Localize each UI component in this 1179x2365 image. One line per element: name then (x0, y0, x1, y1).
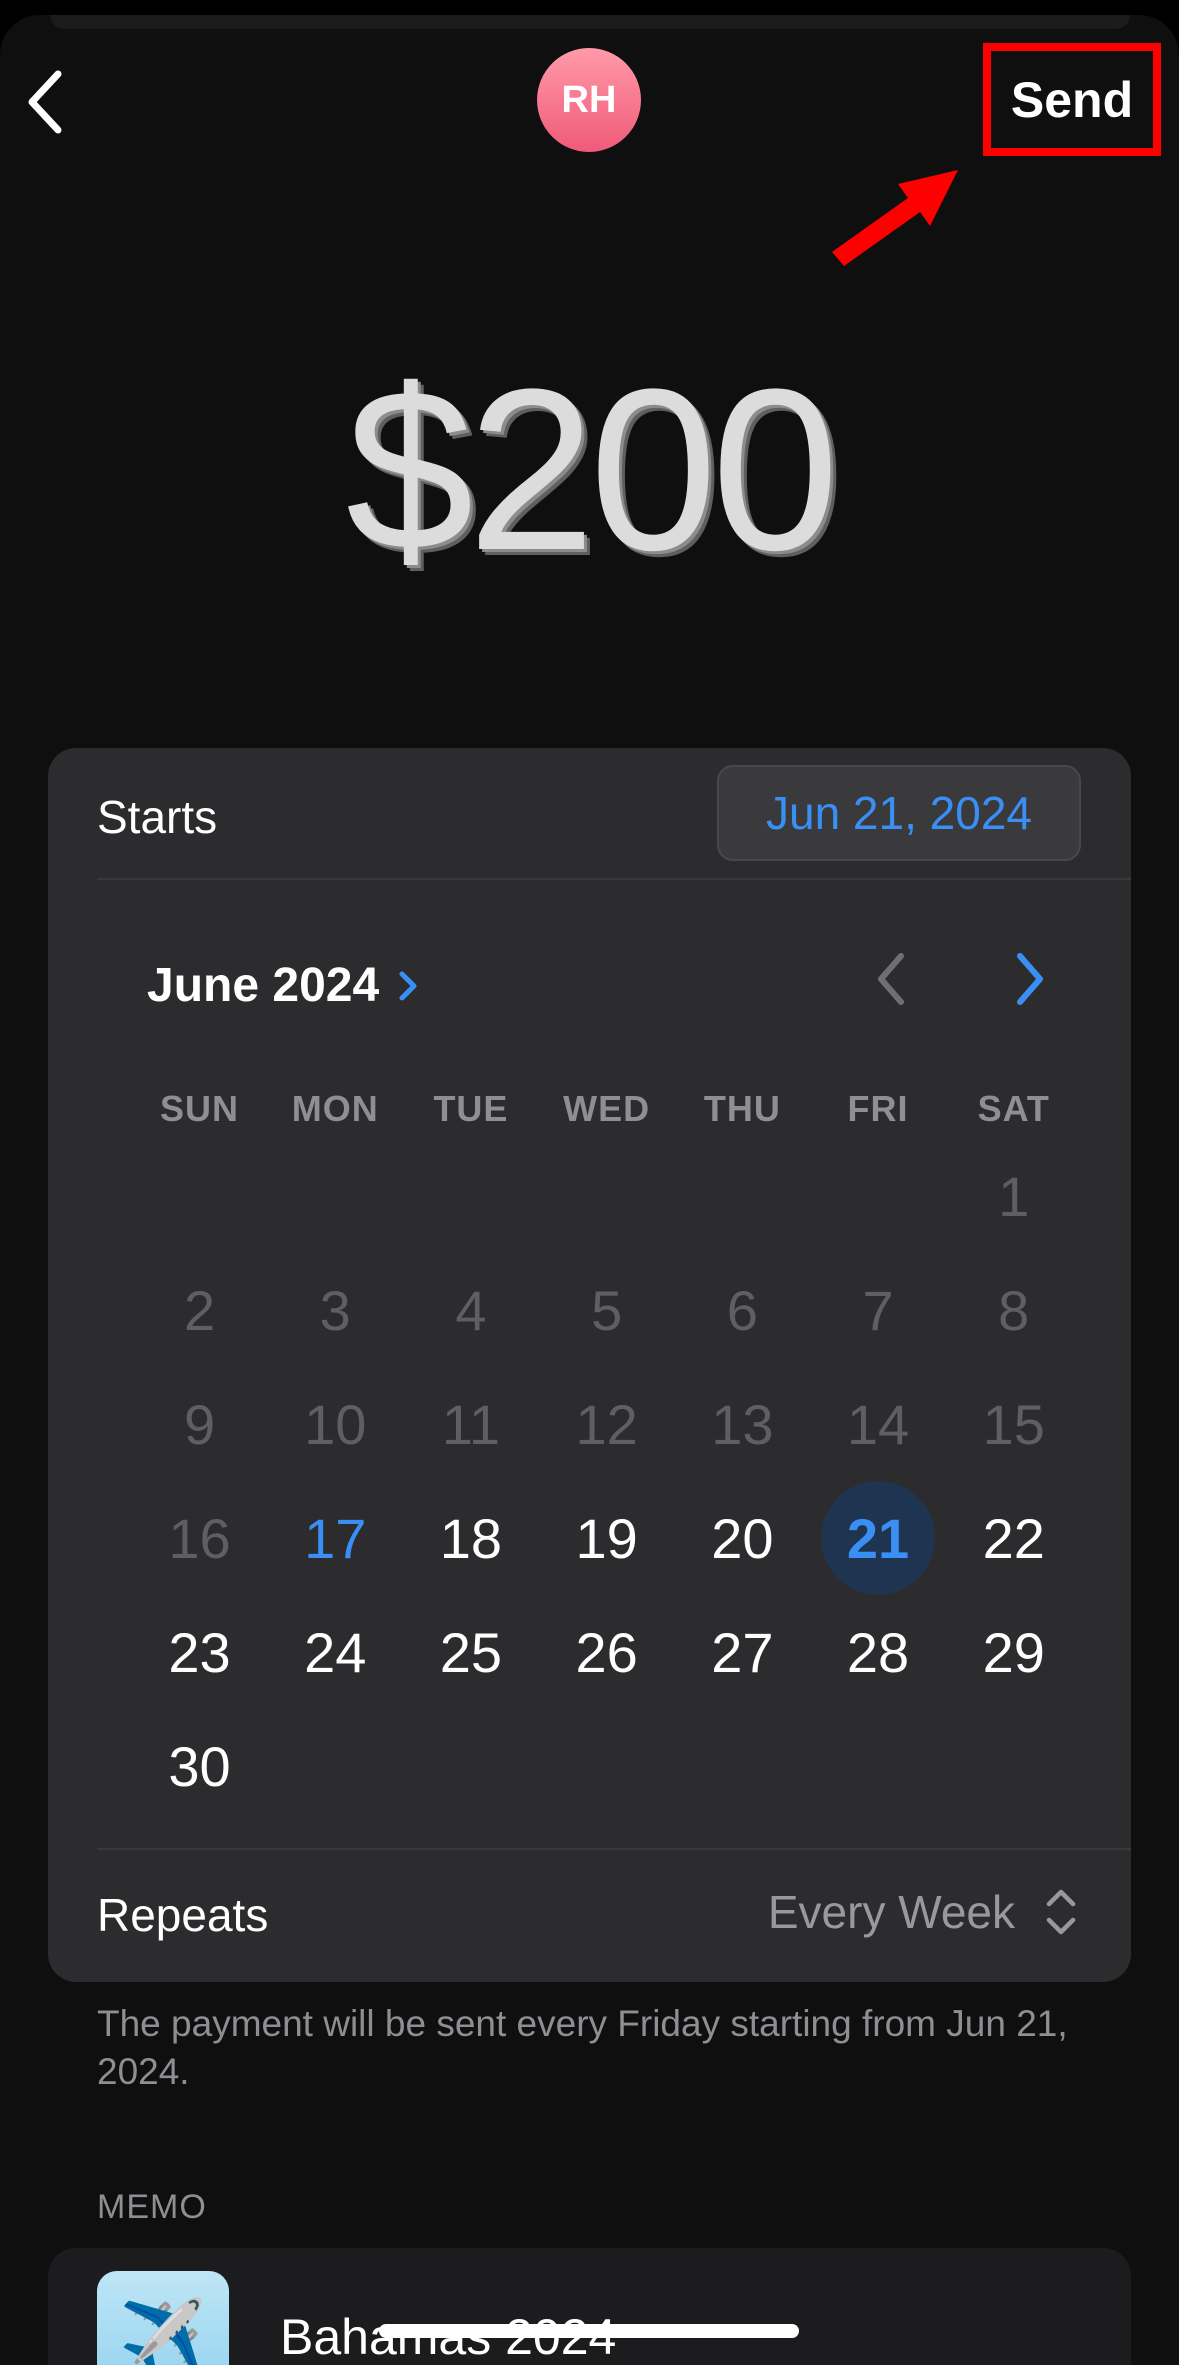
calendar-day-29[interactable]: 29 (957, 1595, 1071, 1709)
schedule-card: Starts Jun 21, 2024 June 2024 SUN MON TUE W… (48, 748, 1131, 1982)
calendar-day-15: 15 (982, 1392, 1045, 1456)
previous-month-button[interactable] (863, 944, 923, 1014)
calendar-day-28[interactable]: 28 (821, 1595, 935, 1709)
annotation-arrow-icon (832, 170, 958, 266)
calendar-day-7: 7 (862, 1278, 894, 1342)
repeats-value: Every Week (767, 1886, 1015, 1938)
calendar-day-26[interactable]: 26 (550, 1595, 664, 1709)
calendar-day-21[interactable]: 21 (821, 1481, 936, 1595)
chevron-up-down-icon (1046, 1889, 1076, 1935)
amount-display: $200 (345, 341, 840, 598)
calendar-day-19[interactable]: 19 (550, 1481, 664, 1595)
calendar-day-30[interactable]: 30 (143, 1709, 257, 1823)
calendar-day-10: 10 (304, 1392, 367, 1456)
weekday-mon: MON (291, 1088, 379, 1129)
calendar-day-24[interactable]: 24 (278, 1595, 392, 1709)
weekday-fri: FRI (847, 1088, 909, 1129)
calendar-day-14: 14 (846, 1392, 910, 1456)
calendar-day-8: 8 (998, 1278, 1030, 1342)
memo-section-label: MEMO (97, 2188, 207, 2226)
calendar-day-23[interactable]: 23 (143, 1595, 257, 1709)
starts-label: Starts (97, 791, 218, 843)
back-button[interactable] (18, 62, 78, 142)
calendar-day-13: 13 (711, 1392, 774, 1456)
send-button[interactable]: Send (983, 43, 1161, 156)
avatar-initials: RH (561, 78, 617, 121)
weekday-header: SUN MON TUE WED THU FRI SAT (48, 1088, 1131, 1138)
weekday-tue: TUE (433, 1088, 509, 1129)
sheet-stack-edge (50, 15, 1130, 29)
schedule-footnote: The payment will be sent every Friday st… (97, 2003, 1068, 2092)
calendar-day-9: 9 (183, 1392, 216, 1456)
calendar-day-11: 11 (441, 1392, 500, 1456)
divider (97, 878, 1131, 880)
weekday-sat: SAT (977, 1088, 1050, 1129)
calendar-day-25[interactable]: 25 (414, 1595, 528, 1709)
calendar-day-20[interactable]: 20 (685, 1481, 799, 1595)
weekday-wed: WED (563, 1088, 651, 1129)
repeats-label: Repeats (97, 1889, 269, 1941)
repeats-row: Repeats Every Week (48, 1848, 1131, 1978)
calendar-day-5: 5 (591, 1278, 623, 1342)
chevron-right-icon (399, 971, 417, 1000)
home-indicator (379, 2324, 799, 2338)
calendar-day-18[interactable]: 18 (414, 1481, 528, 1595)
calendar-day-12: 12 (575, 1392, 638, 1456)
calendar-day-6: 6 (726, 1278, 758, 1342)
calendar-day-27[interactable]: 27 (685, 1595, 799, 1709)
chevron-left-icon (28, 70, 62, 134)
weekday-thu: THU (703, 1088, 781, 1129)
calendar-day-16: 16 (168, 1506, 231, 1570)
start-date-button[interactable]: Jun 21, 2024 (717, 765, 1081, 861)
recipient-avatar: RH (537, 48, 641, 152)
chevron-left-icon (878, 953, 904, 1005)
month-picker-button[interactable]: June 2024 (147, 958, 423, 1013)
calendar-day-4: 4 (455, 1278, 487, 1342)
repeats-selector[interactable]: Every Week (768, 1884, 1081, 1940)
calendar-day-2: 2 (183, 1278, 216, 1342)
calendar-day-22[interactable]: 22 (957, 1481, 1071, 1595)
start-date-value: Jun 21, 2024 (765, 787, 1032, 839)
memo-card[interactable]: ✈️ Bahamas 2024 (48, 2248, 1131, 2365)
calendar-day-3: 3 (319, 1278, 351, 1342)
calendar-day-17[interactable]: 17 (278, 1481, 392, 1595)
next-month-button[interactable] (998, 944, 1058, 1014)
airplane-icon: ✈️ (97, 2271, 229, 2365)
calendar-day-1: 1 (998, 1164, 1030, 1228)
send-button-label: Send (1010, 71, 1134, 128)
month-title: June 2024 (147, 959, 380, 1012)
weekday-sun: SUN (160, 1088, 240, 1129)
chevron-right-icon (1017, 953, 1043, 1005)
